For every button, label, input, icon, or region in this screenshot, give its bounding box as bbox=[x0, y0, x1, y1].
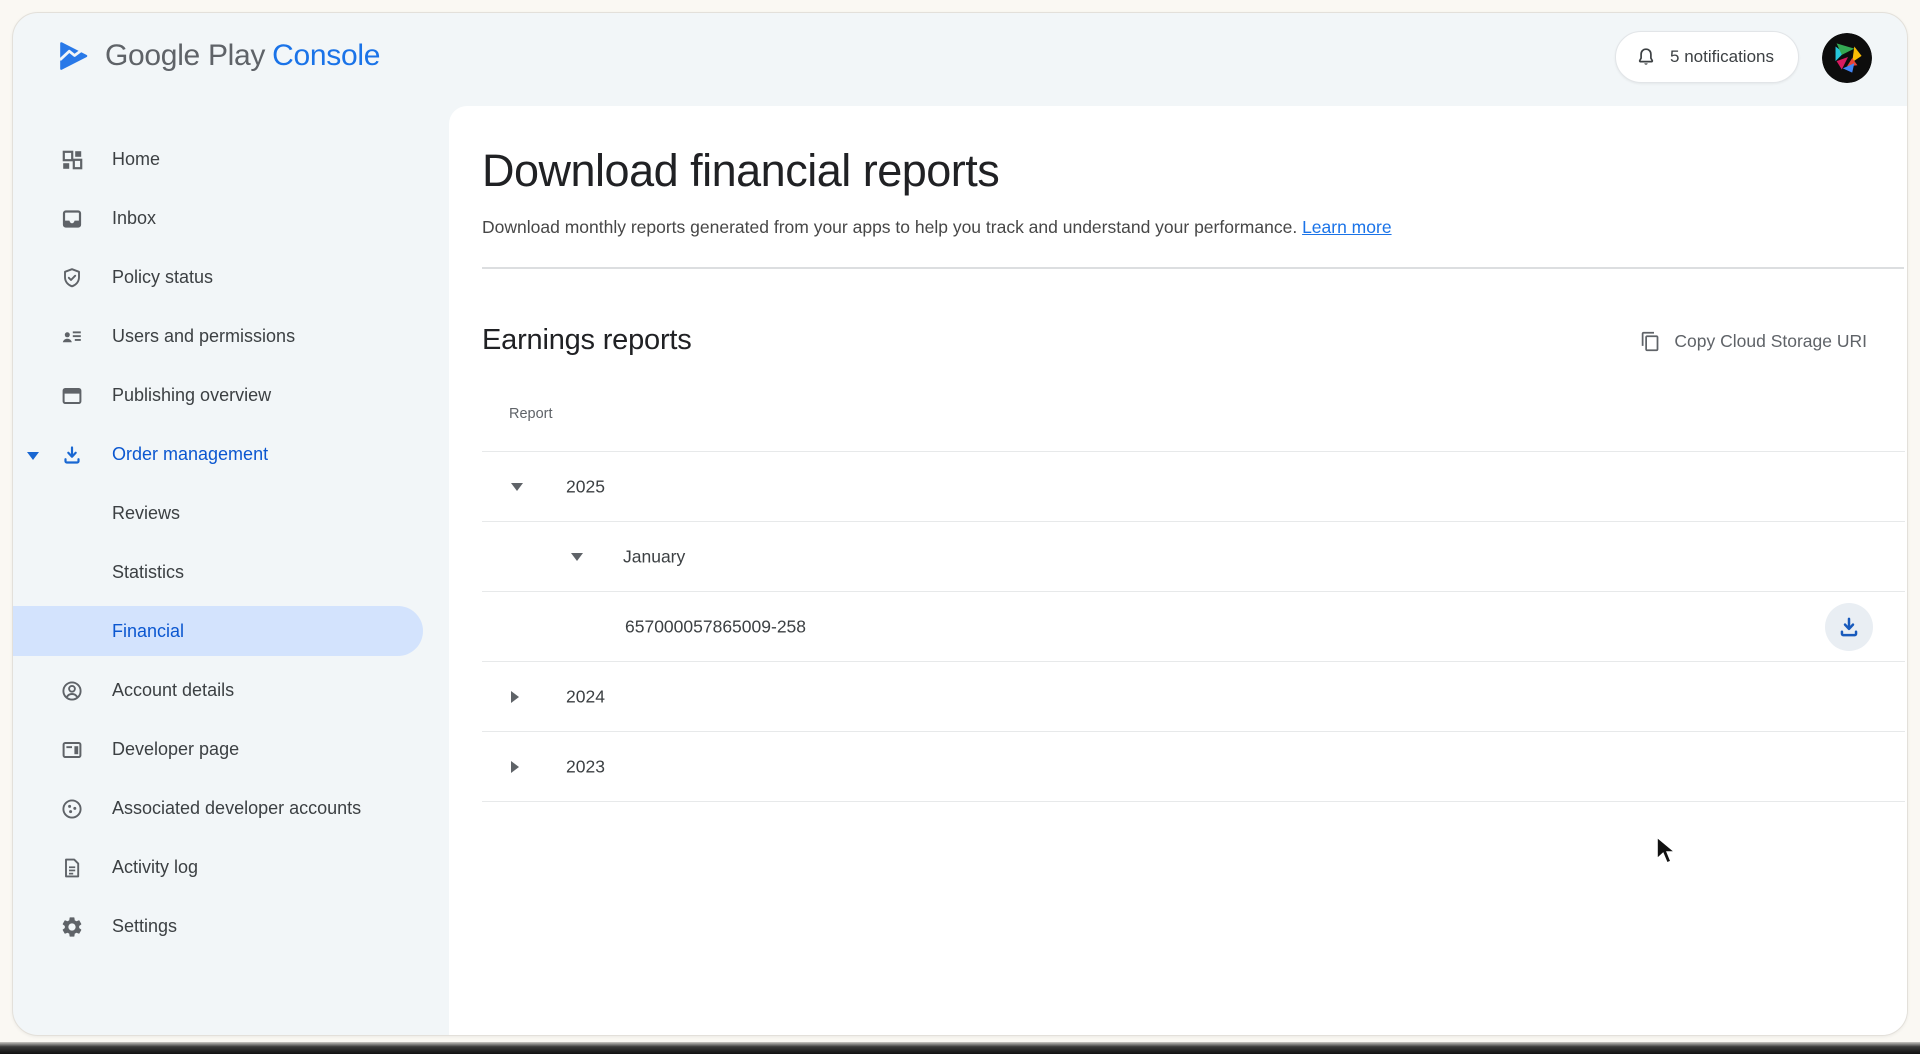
earnings-reports-title: Earnings reports bbox=[482, 321, 692, 359]
report-column-header: Report bbox=[509, 406, 553, 422]
sidebar-item-financial[interactable]: Financial bbox=[13, 606, 423, 656]
learn-more-link[interactable]: Learn more bbox=[1302, 217, 1392, 237]
copy-cloud-storage-uri-button[interactable]: Copy Cloud Storage URI bbox=[1640, 324, 1867, 358]
screen: Google PlayConsole 5 notifications bbox=[0, 0, 1920, 1054]
publishing-card-icon bbox=[60, 384, 84, 408]
sidebar-item-label: Home bbox=[112, 149, 160, 170]
bell-icon bbox=[1634, 45, 1658, 69]
chevron-right-icon[interactable] bbox=[511, 691, 519, 703]
document-icon bbox=[60, 856, 84, 880]
report-row-label: 2024 bbox=[566, 686, 605, 707]
chevron-down-icon[interactable] bbox=[511, 483, 523, 491]
earnings-reports-table: 2025 January 657000057865009-258 bbox=[482, 451, 1905, 802]
page-description-text: Download monthly reports generated from … bbox=[482, 217, 1297, 237]
report-row-2023[interactable]: 2023 bbox=[482, 732, 1905, 802]
play-logo-icon bbox=[57, 39, 91, 73]
app-window: Google PlayConsole 5 notifications bbox=[12, 12, 1908, 1036]
sidebar-item-label: Financial bbox=[112, 621, 184, 642]
notifications-button[interactable]: 5 notifications bbox=[1615, 31, 1799, 83]
copy-icon bbox=[1640, 331, 1661, 352]
sidebar-item-developer-page[interactable]: Developer page bbox=[13, 720, 449, 779]
report-file-name: 657000057865009-258 bbox=[625, 616, 806, 637]
sidebar-item-statistics[interactable]: Statistics bbox=[13, 543, 449, 602]
header-divider bbox=[482, 267, 1904, 269]
sidebar-item-reviews[interactable]: Reviews bbox=[13, 484, 449, 543]
gear-icon bbox=[60, 915, 84, 939]
users-icon bbox=[60, 325, 84, 349]
associated-accounts-icon bbox=[60, 797, 84, 821]
sidebar-item-label: Associated developer accounts bbox=[112, 798, 361, 819]
sidebar-item-home[interactable]: Home bbox=[13, 130, 449, 189]
report-row-2025[interactable]: 2025 bbox=[482, 452, 1905, 522]
copy-button-label: Copy Cloud Storage URI bbox=[1674, 331, 1867, 352]
sidebar-item-activity-log[interactable]: Activity log bbox=[13, 838, 449, 897]
notifications-label: 5 notifications bbox=[1670, 47, 1774, 67]
page-title: Download financial reports bbox=[482, 142, 999, 200]
logo-text: Google PlayConsole bbox=[105, 39, 380, 73]
download-icon bbox=[1836, 614, 1862, 640]
main-content: Download financial reports Download mont… bbox=[449, 106, 1907, 1035]
report-row-label: January bbox=[623, 546, 685, 567]
google-play-console-logo[interactable]: Google PlayConsole bbox=[57, 39, 380, 73]
developer-avatar-logo bbox=[1822, 33, 1872, 83]
sidebar-item-publishing-overview[interactable]: Publishing overview bbox=[13, 366, 449, 425]
sidebar-item-label: Inbox bbox=[112, 208, 156, 229]
chevron-right-icon[interactable] bbox=[511, 761, 519, 773]
sidebar-item-label: Users and permissions bbox=[112, 326, 295, 347]
sidebar-item-label: Account details bbox=[112, 680, 234, 701]
shield-check-icon bbox=[60, 266, 84, 290]
sidebar-item-order-management[interactable]: Order management bbox=[13, 425, 449, 484]
sidebar-item-label: Statistics bbox=[112, 562, 184, 583]
report-row-2024[interactable]: 2024 bbox=[482, 662, 1905, 732]
sidebar-item-inbox[interactable]: Inbox bbox=[13, 189, 449, 248]
home-icon bbox=[60, 148, 84, 172]
screen-bottom-edge bbox=[0, 1042, 1920, 1054]
report-row-label: 2025 bbox=[566, 476, 605, 497]
inbox-icon bbox=[60, 207, 84, 231]
developer-page-icon bbox=[60, 738, 84, 762]
account-circle-icon bbox=[60, 679, 84, 703]
sidebar-item-label: Developer page bbox=[112, 739, 239, 760]
chevron-down-icon[interactable] bbox=[27, 452, 39, 460]
sidebar-item-label: Reviews bbox=[112, 503, 180, 524]
download-report-button[interactable] bbox=[1825, 603, 1873, 651]
account-avatar[interactable] bbox=[1822, 33, 1872, 83]
sidebar-item-label: Activity log bbox=[112, 857, 198, 878]
page-description: Download monthly reports generated from … bbox=[482, 214, 1392, 241]
sidebar-item-settings[interactable]: Settings bbox=[13, 897, 449, 956]
report-row-file[interactable]: 657000057865009-258 bbox=[482, 592, 1905, 662]
report-row-label: 2023 bbox=[566, 756, 605, 777]
download-icon bbox=[60, 443, 84, 467]
sidebar-item-label: Order management bbox=[112, 444, 268, 465]
report-row-january[interactable]: January bbox=[482, 522, 1905, 592]
chevron-down-icon[interactable] bbox=[571, 553, 583, 561]
sidebar-item-account-details[interactable]: Account details bbox=[13, 661, 449, 720]
sidebar-item-policy-status[interactable]: Policy status bbox=[13, 248, 449, 307]
sidebar-item-label: Policy status bbox=[112, 267, 213, 288]
sidebar: Home Inbox Policy stat bbox=[13, 106, 449, 956]
sidebar-item-users-and-permissions[interactable]: Users and permissions bbox=[13, 307, 449, 366]
sidebar-item-label: Settings bbox=[112, 916, 177, 937]
sidebar-item-label: Publishing overview bbox=[112, 385, 271, 406]
sidebar-item-associated-developer-accounts[interactable]: Associated developer accounts bbox=[13, 779, 449, 838]
